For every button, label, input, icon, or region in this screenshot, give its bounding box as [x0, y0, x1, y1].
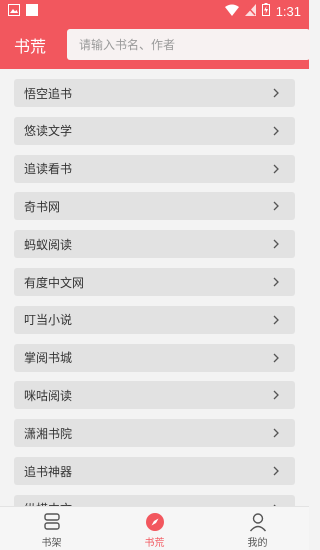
search-input[interactable] — [67, 29, 310, 60]
chevron-right-icon — [269, 464, 283, 478]
list-item[interactable]: 悟空追书 — [14, 79, 295, 107]
tab-label: 我的 — [247, 538, 268, 549]
chevron-right-icon — [269, 162, 283, 176]
page-title: 书荒 — [14, 37, 47, 56]
chevron-right-icon — [269, 124, 283, 138]
list-item-label: 有度中文网 — [24, 275, 85, 290]
wifi-icon — [224, 4, 239, 19]
list-item[interactable]: 奇书网 — [14, 192, 295, 221]
tab-book-shortage[interactable]: 书荒 — [103, 507, 206, 550]
list-item-label: 悟空追书 — [24, 86, 73, 101]
tab-label: 书架 — [41, 538, 62, 549]
list-item[interactable]: 潇湘书院 — [14, 419, 295, 448]
user-icon — [248, 512, 268, 532]
list-item-label: 掌阅书城 — [24, 351, 73, 366]
bookshelf-icon — [42, 512, 62, 532]
bottom-tab-bar: 书架 书荒 我的 — [0, 506, 309, 550]
chevron-right-icon — [269, 351, 283, 365]
chevron-right-icon — [269, 388, 283, 402]
list-item-label: 悠读文学 — [24, 124, 73, 139]
clock-time: 1:31 — [275, 3, 301, 19]
chevron-right-icon — [269, 237, 283, 251]
list-item-label: 潇湘书院 — [24, 426, 73, 441]
square-icon — [26, 4, 38, 19]
tab-bookshelf[interactable]: 书架 — [0, 507, 103, 550]
chevron-right-icon — [269, 275, 283, 289]
list-item[interactable]: 有度中文网 — [14, 268, 295, 296]
list-item[interactable]: 悠读文学 — [14, 116, 295, 145]
chevron-right-icon — [269, 313, 283, 327]
list-item-label: 咪咕阅读 — [24, 388, 73, 403]
image-icon — [8, 4, 20, 19]
status-bar: 1:31 — [0, 0, 309, 22]
no-sim-icon — [244, 3, 256, 19]
list-item-label: 追读看书 — [24, 162, 73, 177]
list-item[interactable]: 追书神器 — [14, 457, 295, 485]
list-item[interactable]: 叮当小说 — [14, 305, 295, 334]
tab-label: 书荒 — [144, 538, 165, 549]
chevron-right-icon — [269, 86, 283, 100]
list-item-label: 叮当小说 — [24, 313, 73, 328]
list-item[interactable]: 追读看书 — [14, 154, 295, 183]
list-item[interactable]: 咪咕阅读 — [14, 381, 295, 410]
app-header: 1:31 书荒 — [0, 0, 310, 69]
tab-mine[interactable]: 我的 — [206, 507, 309, 550]
list-item[interactable]: 掌阅书城 — [14, 343, 295, 372]
list-item-label: 奇书网 — [24, 199, 61, 214]
list-item-label: 追书神器 — [24, 464, 73, 479]
battery-icon — [261, 3, 270, 19]
compass-icon — [145, 512, 165, 532]
list-item-label: 蚂蚁阅读 — [24, 237, 73, 252]
list-item[interactable]: 蚂蚁阅读 — [14, 230, 295, 259]
chevron-right-icon — [269, 199, 283, 213]
chevron-right-icon — [269, 426, 283, 440]
